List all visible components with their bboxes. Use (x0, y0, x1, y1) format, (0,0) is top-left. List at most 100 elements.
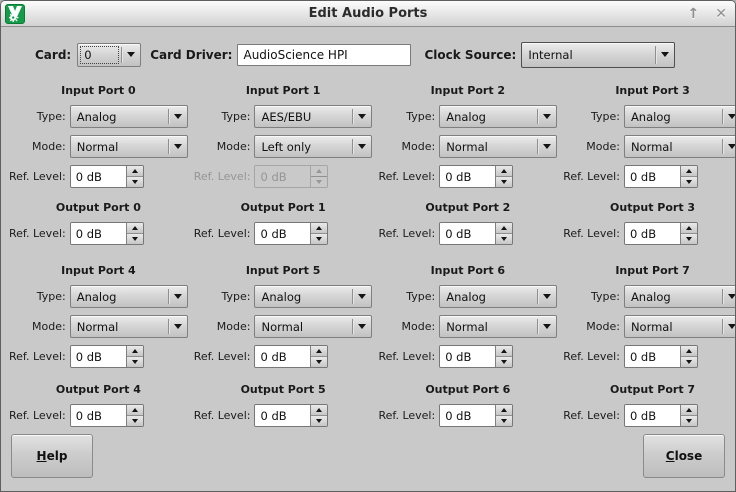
input-port-5-ref-level-spin-entry[interactable]: 0 dB (255, 346, 310, 367)
input-port-5-type-combo[interactable]: Analog (254, 285, 372, 308)
input-port-1-type-combo[interactable]: AES/EBU (254, 105, 372, 128)
output-port-1-header: Output Port 1 (194, 201, 373, 216)
output-port-5-ref-level-spin: 0 dB (254, 404, 328, 427)
output-port-1-ref-level-spin-up-button[interactable] (311, 223, 327, 234)
output-port-0-ref-level-spin-up-button[interactable] (127, 223, 143, 234)
shade-window-icon[interactable]: ↑ (688, 7, 700, 21)
output-port-6-ref-level-spin-up-button[interactable] (496, 405, 512, 416)
card-driver-label: Card Driver: (150, 48, 232, 62)
type-label: Type: (563, 290, 620, 303)
input-port-5-mode-combo-value: Normal (255, 316, 352, 337)
input-port-6-type-combo[interactable]: Analog (439, 285, 557, 308)
input-port-7-mode-combo[interactable]: Normal (624, 315, 736, 338)
input-port-1-type-combo-value: AES/EBU (255, 106, 352, 127)
output-port-2-ref-level-spin-up-button[interactable] (496, 223, 512, 234)
output-port-6-ref-level-spin-down-button[interactable] (496, 416, 512, 426)
input-port-3-ref-level-spin-down-button[interactable] (681, 177, 697, 187)
input-port-0-mode-combo-value: Normal (71, 136, 168, 157)
input-port-6-ref-level-spin-up-button[interactable] (496, 346, 512, 357)
output-port-3-ref-level-spin-down-button[interactable] (681, 234, 697, 244)
input-port-2-ref-level-spin-up-button[interactable] (496, 166, 512, 177)
input-port-6-ref-level-spin-entry[interactable]: 0 dB (440, 346, 495, 367)
type-label: Type: (194, 110, 251, 123)
output-port-4-ref-level-spin-down-button[interactable] (127, 416, 143, 426)
card-combo[interactable]: 0 (77, 43, 141, 67)
close-button[interactable]: Close (643, 434, 725, 478)
dropdown-arrow-icon (723, 324, 736, 329)
input-port-7-ref-level-spin-buttons (680, 346, 697, 367)
spin-up-icon (686, 408, 692, 412)
help-button[interactable]: Help (11, 434, 93, 478)
input-port-3-ref-level-spin-entry[interactable]: 0 dB (625, 166, 680, 187)
output-port-4-ref-level-spin-entry[interactable]: 0 dB (71, 405, 126, 426)
output-port-5-ref-level-spin-down-button[interactable] (311, 416, 327, 426)
input-port-0-ref-level-spin-down-button[interactable] (127, 177, 143, 187)
close-window-icon[interactable]: ✕ (715, 7, 727, 21)
input-port-7-type-combo[interactable]: Analog (624, 285, 736, 308)
input-port-4-ref-level-spin-entry[interactable]: 0 dB (71, 346, 126, 367)
output-port-7-ref-level-spin-down-button[interactable] (681, 416, 697, 426)
output-port-3-ref-level-spin-up-button[interactable] (681, 223, 697, 234)
input-port-3-ref-level-spin-up-button[interactable] (681, 166, 697, 177)
output-port-7-ref-level-spin-entry[interactable]: 0 dB (625, 405, 680, 426)
output-port-6-ref-level-spin-entry[interactable]: 0 dB (440, 405, 495, 426)
output-port-7-ref-level-spin-buttons (680, 405, 697, 426)
output-port-0-ref-level-spin-entry[interactable]: 0 dB (71, 223, 126, 244)
input-port-2-type-combo[interactable]: Analog (439, 105, 557, 128)
input-port-6-mode-combo[interactable]: Normal (439, 315, 557, 338)
input-port-1-mode-combo-value: Left only (255, 136, 352, 157)
input-port-2-ref-level-spin: 0 dB (439, 165, 513, 188)
input-port-0-type-combo[interactable]: Analog (70, 105, 188, 128)
input-port-0-ref-level-spin-entry[interactable]: 0 dB (71, 166, 126, 187)
input-port-5-ref-level-spin-buttons (310, 346, 327, 367)
input-port-5-ref-level-spin-up-button[interactable] (311, 346, 327, 357)
type-label: Type: (9, 290, 66, 303)
spin-down-icon (316, 180, 322, 184)
input-port-5-mode-combo[interactable]: Normal (254, 315, 372, 338)
input-port-6-ref-level-spin-down-button[interactable] (496, 357, 512, 367)
spin-up-icon (501, 349, 507, 353)
input-port-2-mode-combo[interactable]: Normal (439, 135, 557, 158)
input-port-3-ref-level-spin: 0 dB (624, 165, 698, 188)
input-port-0-ref-level-spin-up-button[interactable] (127, 166, 143, 177)
input-port-5-ref-level-spin-down-button[interactable] (311, 357, 327, 367)
output-port-3-ref-level-spin-entry[interactable]: 0 dB (625, 223, 680, 244)
output-port-2-ref-level-spin-entry[interactable]: 0 dB (440, 223, 495, 244)
output-port-1-ref-level-spin-down-button[interactable] (311, 234, 327, 244)
output-port-0-ref-level-spin-down-button[interactable] (127, 234, 143, 244)
input-port-4-ref-level-spin-up-button[interactable] (127, 346, 143, 357)
titlebar: Edit Audio Ports ↑ ✕ (1, 1, 735, 27)
input-port-0-mode-combo[interactable]: Normal (70, 135, 188, 158)
input-port-1-mode-combo[interactable]: Left only (254, 135, 372, 158)
clock-source-combo[interactable]: Internal (521, 42, 675, 68)
spin-up-icon (686, 226, 692, 230)
input-port-2-ref-level-spin-down-button[interactable] (496, 177, 512, 187)
input-port-3-mode-combo[interactable]: Normal (624, 135, 736, 158)
spin-up-icon (501, 169, 507, 173)
output-port-4-ref-level-spin-up-button[interactable] (127, 405, 143, 416)
mode-label: Mode: (194, 140, 251, 153)
window-controls: ↑ ✕ (688, 7, 727, 21)
input-port-3-ref-level-spin-buttons (680, 166, 697, 187)
input-port-4-type-combo[interactable]: Analog (70, 285, 188, 308)
input-port-4-ref-level-spin-down-button[interactable] (127, 357, 143, 367)
input-port-6-cell: Input Port 6Type:AnalogMode:NormalRef. L… (378, 264, 557, 375)
dropdown-arrow-icon (353, 294, 371, 299)
input-port-7-ref-level-spin-up-button[interactable] (681, 346, 697, 357)
ref-level-label: Ref. Level: (194, 170, 251, 183)
edit-audio-ports-dialog: Edit Audio Ports ↑ ✕ Card: 0 Card Driver… (0, 0, 736, 492)
output-port-5-ref-level-spin-entry[interactable]: 0 dB (255, 405, 310, 426)
input-port-2-ref-level-spin-entry[interactable]: 0 dB (440, 166, 495, 187)
output-port-5-ref-level-spin-up-button[interactable] (311, 405, 327, 416)
input-port-7-ref-level-spin-entry[interactable]: 0 dB (625, 346, 680, 367)
output-port-2-ref-level-spin-down-button[interactable] (496, 234, 512, 244)
input-port-4-ref-level-spin-buttons (126, 346, 143, 367)
output-port-1-ref-level-spin-entry[interactable]: 0 dB (255, 223, 310, 244)
input-port-7-ref-level-spin-down-button[interactable] (681, 357, 697, 367)
input-port-5-type-combo-value: Analog (255, 286, 352, 307)
card-driver-input[interactable] (237, 44, 411, 66)
input-port-3-type-combo[interactable]: Analog (624, 105, 736, 128)
output-port-7-ref-level-spin-up-button[interactable] (681, 405, 697, 416)
output-port-4-ref-level-spin-buttons (126, 405, 143, 426)
input-port-4-mode-combo[interactable]: Normal (70, 315, 188, 338)
